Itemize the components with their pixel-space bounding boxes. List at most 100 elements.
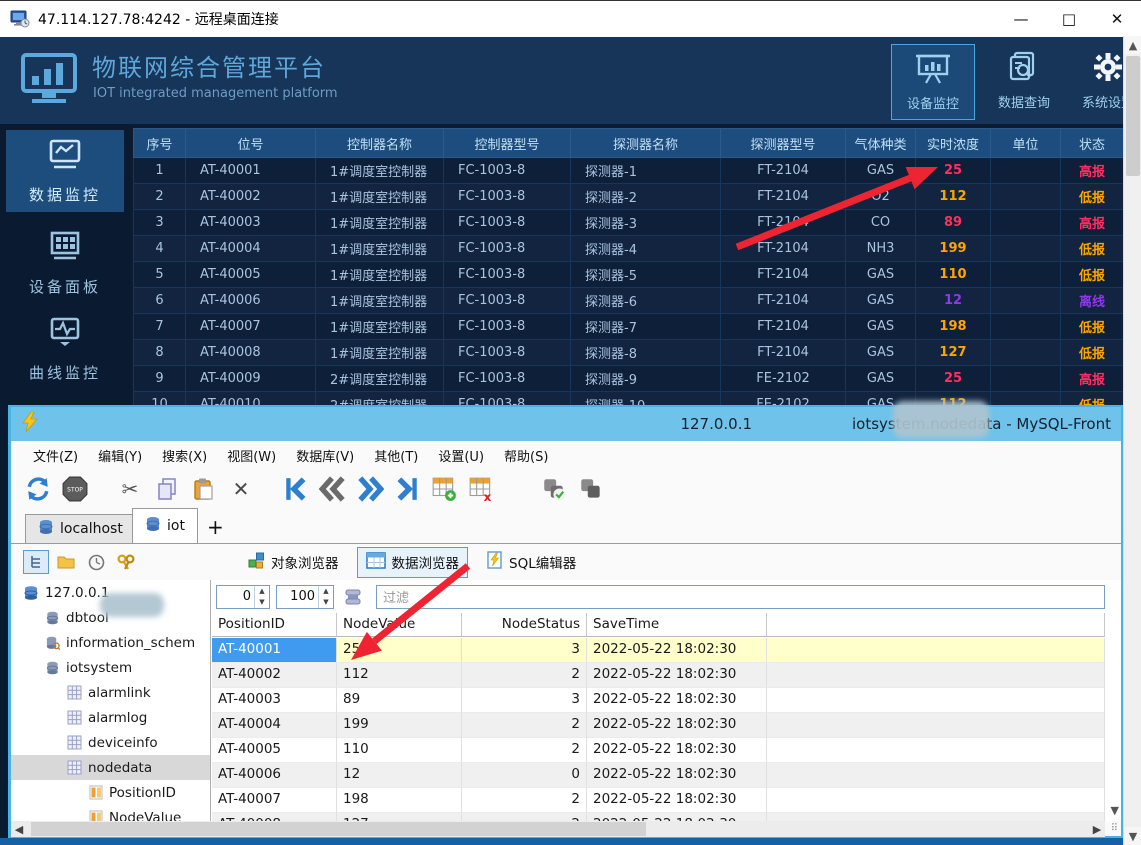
grid-cell[interactable]: 2022-05-22 18:02:30: [587, 813, 767, 821]
grid-row[interactable]: AT-40001 25 3 2022-05-22 18:02:30: [212, 638, 1105, 663]
scrollbar-thumb[interactable]: [1126, 56, 1140, 176]
grid-cell[interactable]: 2: [462, 738, 587, 763]
tree-item-iotsystem[interactable]: iotsystem: [11, 655, 210, 680]
history-clock-icon[interactable]: [83, 550, 109, 574]
grid-column-header[interactable]: SaveTime: [587, 613, 767, 637]
stop-icon[interactable]: STOP: [60, 475, 90, 503]
grid-cell[interactable]: 199: [337, 713, 462, 738]
menu-item[interactable]: 视图(W): [219, 443, 284, 468]
grid-row[interactable]: AT-40004 199 2 2022-05-22 18:02:30: [212, 713, 1105, 738]
apply-limit-icon[interactable]: [340, 585, 366, 609]
resize-grip[interactable]: ⠿: [1111, 823, 1119, 834]
grid-cell[interactable]: 12: [337, 763, 462, 788]
maximize-button[interactable]: □: [1045, 1, 1093, 37]
grid-cell[interactable]: AT-40002: [212, 663, 337, 688]
rdp-titlebar[interactable]: 47.114.127.78:4242 - 远程桌面连接 — □ ✕: [0, 0, 1141, 37]
tab-iot[interactable]: iot: [132, 508, 198, 543]
table-row[interactable]: 4 AT-40004 1#调度室控制器 FC-1003-8 探测器-4 FT-2104 NH…: [133, 235, 1124, 262]
revert-icon[interactable]: [576, 475, 606, 503]
scroll-right-arrow[interactable]: ▶: [1089, 821, 1105, 837]
table-row[interactable]: 2 AT-40002 1#调度室控制器 FC-1003-8 探测器-2 FT-2104 O2…: [133, 183, 1124, 210]
nav-device-monitor[interactable]: 设备监控: [891, 44, 975, 120]
menu-item[interactable]: 其他(T): [366, 443, 426, 468]
grid-cell[interactable]: 2: [462, 813, 587, 821]
grid-cell[interactable]: AT-40007: [212, 788, 337, 813]
grid-cell[interactable]: AT-40008: [212, 813, 337, 821]
stepper-arrows[interactable]: ▲ ▼: [318, 585, 333, 608]
scroll-left-arrow[interactable]: ◀: [11, 821, 27, 837]
menu-item[interactable]: 搜索(X): [154, 443, 215, 468]
tree-item-alarmlink[interactable]: alarmlink: [11, 680, 210, 705]
sidebar-item-device-panel[interactable]: 设备面板: [6, 222, 124, 304]
grid-cell[interactable]: 3: [462, 688, 587, 713]
grid-cell[interactable]: 2022-05-22 18:02:30: [587, 788, 767, 813]
grid-column-header[interactable]: NodeStatus: [462, 613, 587, 637]
tree-toggle-icon[interactable]: [23, 550, 49, 574]
grid-row[interactable]: AT-4000812722022-05-22 18:02:30: [212, 813, 1105, 821]
menu-item[interactable]: 编辑(Y): [90, 443, 150, 468]
menu-item[interactable]: 设置(U): [430, 443, 492, 468]
folder-icon[interactable]: [53, 550, 79, 574]
grid-cell[interactable]: 2: [462, 788, 587, 813]
delete-row-icon[interactable]: x: [466, 475, 496, 503]
tree-item-positionid[interactable]: PositionID: [11, 780, 210, 805]
refresh-icon[interactable]: [23, 475, 53, 503]
table-row[interactable]: 1 AT-40001 1#调度室控制器 FC-1003-8 探测器-1 FT-2104 GA…: [133, 157, 1124, 184]
tree-item-nodevalue[interactable]: NodeValue: [11, 805, 210, 821]
menu-item[interactable]: 数据库(V): [288, 443, 362, 468]
scroll-up-arrow[interactable]: ▲: [1124, 36, 1141, 54]
offset-stepper[interactable]: 0 ▲ ▼: [216, 584, 270, 609]
keys-icon[interactable]: [113, 550, 139, 574]
grid-cell[interactable]: AT-40003: [212, 688, 337, 713]
grid-cell[interactable]: 2022-05-22 18:02:30: [587, 763, 767, 788]
grid-cell[interactable]: 2022-05-22 18:02:30: [587, 738, 767, 763]
grid-row[interactable]: AT-40003 89 3 2022-05-22 18:02:30: [212, 688, 1105, 713]
tab-localhost[interactable]: localhost: [25, 514, 136, 543]
next-record-icon[interactable]: [355, 475, 385, 503]
stepper-arrows[interactable]: ▲ ▼: [254, 585, 269, 608]
table-row[interactable]: 9 AT-40009 2#调度室控制器 FC-1003-8 探测器-9 FE-2102 GA…: [133, 365, 1124, 392]
nav-data-query[interactable]: 数据查询: [983, 44, 1065, 118]
grid-cell[interactable]: 127: [337, 813, 462, 821]
object-browser-button[interactable]: 对象浏览器: [239, 547, 347, 577]
cut-icon[interactable]: ✂: [115, 475, 145, 503]
grid-cell[interactable]: 2022-05-22 18:02:30: [587, 663, 767, 688]
grid-cell[interactable]: 0: [462, 763, 587, 788]
limit-stepper[interactable]: 100 ▲ ▼: [276, 584, 334, 609]
grid-cell[interactable]: AT-40005: [212, 738, 337, 763]
filter-input[interactable]: [376, 584, 1105, 609]
grid-column-header[interactable]: NodeValue: [337, 613, 462, 637]
rdp-vertical-scrollbar[interactable]: ▲ ▼: [1123, 36, 1141, 845]
grid-cell[interactable]: 198: [337, 788, 462, 813]
last-record-icon[interactable]: [392, 475, 422, 503]
grid-cell[interactable]: AT-40006: [212, 763, 337, 788]
horizontal-scrollbar[interactable]: ◀ ▶: [11, 821, 1105, 837]
grid-cell[interactable]: 2022-05-22 18:02:30: [587, 638, 767, 663]
post-icon[interactable]: [539, 475, 569, 503]
table-row[interactable]: 6 AT-40006 1#调度室控制器 FC-1003-8 探测器-6 FT-2104 GA…: [133, 287, 1124, 314]
paste-icon[interactable]: [189, 475, 219, 503]
close-button[interactable]: ✕: [1093, 1, 1141, 37]
grid-cell[interactable]: 2022-05-22 18:02:30: [587, 688, 767, 713]
table-row[interactable]: 5 AT-40005 1#调度室控制器 FC-1003-8 探测器-5 FT-2104 GA…: [133, 261, 1124, 288]
table-row[interactable]: 8 AT-40008 1#调度室控制器 FC-1003-8 探测器-8 FT-2104 GA…: [133, 339, 1124, 366]
grid-cell[interactable]: 112: [337, 663, 462, 688]
tree-item-nodedata[interactable]: nodedata: [11, 755, 210, 780]
grid-column-header[interactable]: PositionID: [212, 613, 337, 637]
grid-cell[interactable]: 3: [462, 638, 587, 663]
delete-icon[interactable]: ✕: [226, 475, 256, 503]
tree-item-information_schem[interactable]: information_schem: [11, 630, 210, 655]
insert-row-icon[interactable]: [429, 475, 459, 503]
grid-vscroll-down-arrow[interactable]: ▼: [1111, 804, 1119, 817]
sidebar-item-data-monitor[interactable]: 数据监控: [6, 130, 124, 212]
grid-cell[interactable]: AT-40004: [212, 713, 337, 738]
grid-cell[interactable]: 25: [337, 638, 462, 663]
prev-record-icon[interactable]: [318, 475, 348, 503]
menu-item[interactable]: 帮助(S): [496, 443, 556, 468]
grid-row[interactable]: AT-40007 198 2 2022-05-22 18:02:30: [212, 788, 1105, 813]
table-row[interactable]: 7 AT-40007 1#调度室控制器 FC-1003-8 探测器-7 FT-2104 GA…: [133, 313, 1124, 340]
grid-cell[interactable]: 2: [462, 713, 587, 738]
tree-item-deviceinfo[interactable]: deviceinfo: [11, 730, 210, 755]
grid-row[interactable]: AT-40005 110 2 2022-05-22 18:02:30: [212, 738, 1105, 763]
grid-cell[interactable]: 89: [337, 688, 462, 713]
